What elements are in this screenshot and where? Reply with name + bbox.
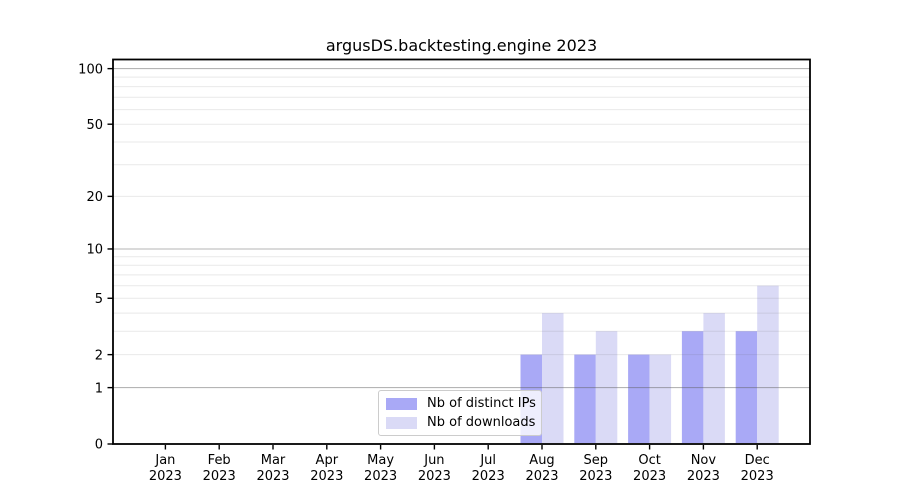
y-tick-label: 100 xyxy=(78,62,103,77)
x-tick-label-month: Dec xyxy=(745,453,770,468)
y-tick-label: 0 xyxy=(95,438,103,453)
legend-swatch-distinct-ips xyxy=(386,398,417,410)
x-tick-label-month: Jan xyxy=(154,453,175,468)
x-tick-label-month: Jun xyxy=(423,453,444,468)
x-tick-label-year: 2023 xyxy=(525,469,558,484)
legend-label-distinct-ips: Nb of distinct IPs xyxy=(427,396,536,411)
legend-swatch-downloads xyxy=(386,417,417,429)
legend-item-distinct-ips: Nb of distinct IPs xyxy=(386,394,533,413)
x-tick-label-year: 2023 xyxy=(256,469,289,484)
x-tick-label-month: Sep xyxy=(584,453,609,468)
x-tick-label-year: 2023 xyxy=(149,469,182,484)
x-tick-label-year: 2023 xyxy=(364,469,397,484)
x-tick-label-year: 2023 xyxy=(579,469,612,484)
bar-distinct-ips-sep xyxy=(574,355,596,443)
x-tick-label-month: Aug xyxy=(529,453,554,468)
legend-item-downloads: Nb of downloads xyxy=(386,413,533,432)
x-tick-label-month: Mar xyxy=(261,453,286,468)
x-tick-label-month: Nov xyxy=(691,453,717,468)
x-tick-label-year: 2023 xyxy=(310,469,343,484)
bar-downloads-dec xyxy=(757,286,779,443)
y-tick-label: 10 xyxy=(86,243,103,258)
x-tick-label-month: Oct xyxy=(638,453,660,468)
x-tick-label-month: May xyxy=(367,453,394,468)
x-tick-label-month: Jul xyxy=(479,453,496,468)
bar-distinct-ips-oct xyxy=(628,355,650,443)
y-tick-label: 5 xyxy=(95,292,103,307)
y-tick-label: 20 xyxy=(86,190,103,205)
legend: Nb of distinct IPs Nb of downloads xyxy=(378,390,542,436)
x-tick-label-year: 2023 xyxy=(203,469,236,484)
x-tick-label-month: Feb xyxy=(208,453,231,468)
legend-label-downloads: Nb of downloads xyxy=(427,415,535,430)
x-tick-label-month: Apr xyxy=(316,453,339,468)
y-tick-label: 2 xyxy=(95,348,103,363)
x-tick-label-year: 2023 xyxy=(418,469,451,484)
x-tick-label-year: 2023 xyxy=(687,469,720,484)
bar-downloads-oct xyxy=(650,355,672,443)
x-tick-label-year: 2023 xyxy=(633,469,666,484)
bar-downloads-nov xyxy=(703,313,725,443)
y-tick-label: 50 xyxy=(86,118,103,133)
figure: argusDS.backtesting.engine 2023 01251020… xyxy=(0,0,900,500)
x-tick-label-year: 2023 xyxy=(472,469,505,484)
x-tick-label-year: 2023 xyxy=(741,469,774,484)
bar-downloads-aug xyxy=(542,313,564,443)
y-tick-label: 1 xyxy=(95,381,103,396)
